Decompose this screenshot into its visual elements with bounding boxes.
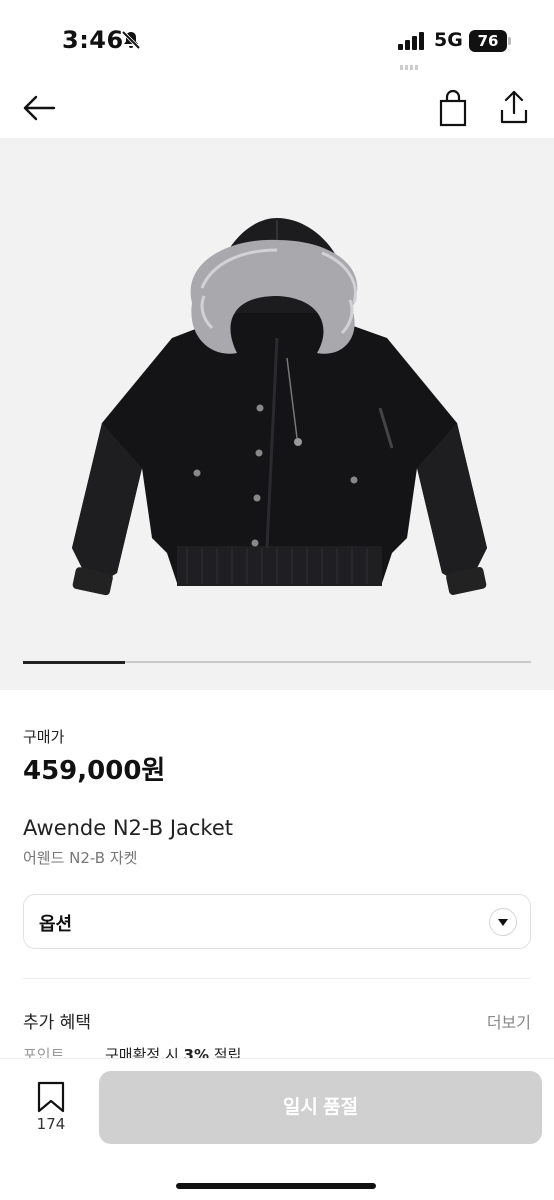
product-photo-jacket bbox=[72, 218, 487, 596]
option-select[interactable]: 옵션 bbox=[23, 894, 531, 949]
bookmark-count: 174 bbox=[36, 1115, 66, 1133]
shopping-bag-button[interactable] bbox=[434, 88, 472, 128]
signal-icon bbox=[398, 32, 426, 54]
top-navigation bbox=[0, 80, 554, 136]
price-value: 459,000원 bbox=[23, 756, 166, 786]
benefits-more-link[interactable]: 더보기 bbox=[487, 1009, 531, 1033]
share-button[interactable] bbox=[494, 86, 534, 128]
status-time: 3:46 bbox=[62, 26, 124, 54]
benefits-title: 추가 혜택 bbox=[23, 1013, 91, 1033]
battery-indicator: 76 bbox=[469, 30, 507, 52]
section-divider bbox=[23, 978, 531, 979]
product-name-korean: 어웬드 N2-B 자켓 bbox=[23, 849, 138, 867]
arrow-left-icon bbox=[23, 95, 56, 121]
share-icon bbox=[500, 90, 528, 124]
option-label: 옵션 bbox=[39, 914, 73, 935]
network-label: 5G bbox=[434, 29, 463, 51]
chevron-down-icon bbox=[489, 908, 517, 936]
bookmark-button[interactable]: 174 bbox=[28, 1081, 74, 1137]
bell-muted-icon bbox=[120, 29, 142, 55]
home-indicator bbox=[176, 1183, 376, 1189]
shopping-bag-icon bbox=[439, 89, 467, 127]
back-button[interactable] bbox=[20, 88, 60, 128]
price-label: 구매가 bbox=[23, 728, 65, 746]
product-image-carousel[interactable] bbox=[0, 138, 554, 690]
image-pager-track bbox=[23, 660, 531, 664]
battery-tip bbox=[508, 37, 511, 45]
bottom-action-bar: 174 일시 품절 bbox=[0, 1058, 554, 1200]
bookmark-icon bbox=[37, 1081, 65, 1113]
status-bar: 3:46 5G 76 bbox=[0, 0, 554, 80]
sim-dots-icon bbox=[400, 56, 424, 75]
sold-out-button[interactable]: 일시 품절 bbox=[99, 1071, 542, 1144]
image-pager-indicator bbox=[23, 660, 125, 664]
product-name: Awende N2-B Jacket bbox=[23, 816, 233, 840]
